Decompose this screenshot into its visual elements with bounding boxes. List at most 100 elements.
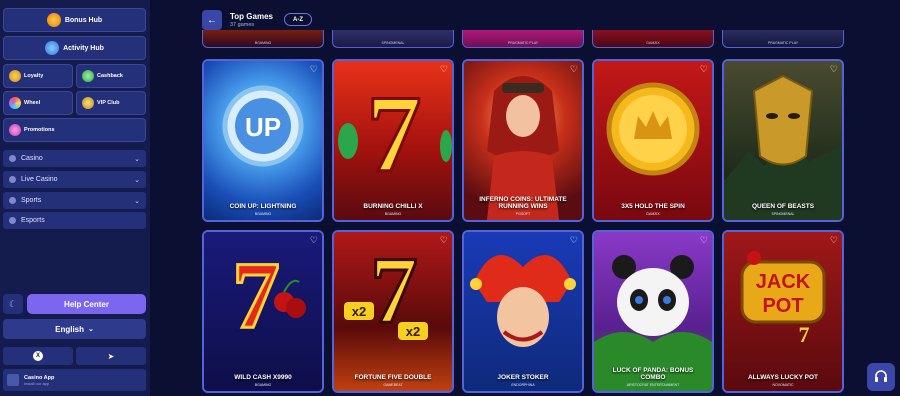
vip-club-button[interactable]: VIP Club [76,91,146,115]
casino-app-banner[interactable]: Casino App Install our app [3,369,146,391]
game-thumbnail: 7 [204,232,322,391]
game-thumbnail: 7 x2 x2 [334,232,452,391]
sidebar: Bonus Hub Activity Hub Loyalty Cashback … [0,0,150,396]
chevron-down-icon: ⌄ [134,197,140,205]
game-provider: GAMZIX [646,212,660,216]
game-card[interactable]: 7 x2 x2 ♡ FORTUNE FIVE DOUBLE GAMEBEAT [332,230,454,393]
crown-icon [82,97,94,109]
svg-text:UP: UP [245,112,281,142]
game-provider: PGSOFT [515,212,531,216]
app-subtitle: Install our app [24,380,50,386]
activity-hub-button[interactable]: Activity Hub [3,36,146,60]
vip-club-label: VIP Club [97,100,120,106]
heart-icon[interactable]: ♡ [310,235,318,246]
game-provider: BGAMING [254,212,272,216]
game-title: JOKER STOKER [497,374,549,381]
wheel-button[interactable]: Wheel [3,91,73,115]
bonus-hub-button[interactable]: Bonus Hub [3,8,146,32]
loyalty-icon [9,70,21,82]
nav-sports[interactable]: Sports ⌄ [3,192,146,209]
game-provider: ENDORPHINA [511,383,535,387]
support-chat-button[interactable] [867,363,895,391]
help-center-button[interactable]: Help Center [27,294,146,314]
game-provider: SPINOMENAL [771,212,795,216]
language-select[interactable]: English ⌄ [3,319,146,339]
wheel-icon [9,97,21,109]
x-icon: X [33,351,43,361]
promotions-button[interactable]: Promotions [3,118,146,142]
game-card[interactable]: UP ♡ COIN UP: LIGHTNING BGAMING [202,59,324,222]
game-card[interactable]: ♡ LUCK OF PANDA: BONUS COMBO ARISTOCRAT … [592,230,714,393]
moon-icon: ☾ [8,298,18,309]
svg-text:7: 7 [232,242,280,348]
loyalty-button[interactable]: Loyalty [3,64,73,88]
chevron-down-icon: ⌄ [134,155,140,163]
game-thumbnail [594,61,712,220]
nav-casino[interactable]: Casino ⌄ [3,150,146,167]
chevron-down-icon: ⌄ [88,326,94,333]
svg-text:x2: x2 [406,324,420,339]
heart-icon[interactable]: ♡ [830,235,838,246]
telegram-button[interactable]: ➤ [76,347,146,365]
game-thumbnail [464,232,582,391]
game-card[interactable]: 7 ♡ BURNING CHILLI X BGAMING [332,59,454,222]
provider-label: PRAGMATIC PLAY [767,41,799,45]
nav-live-casino[interactable]: Live Casino ⌄ [3,171,146,188]
live-casino-icon [9,176,16,183]
heart-icon[interactable]: ♡ [830,64,838,75]
provider-label: PRAGMATIC PLAY [507,41,539,45]
game-card-partial[interactable]: GAMZIX [592,30,714,48]
cashback-label: Cashback [97,73,123,79]
game-thumbnail: UP [204,61,322,220]
game-thumbnail: 7 [334,61,452,220]
game-title: 3X5 HOLD THE SPIN [621,203,685,210]
back-button[interactable]: ← [202,10,222,30]
x-social-button[interactable]: X [3,347,73,365]
casino-icon [9,155,16,162]
nav-live-casino-label: Live Casino [21,176,58,183]
nav-esports-label: Esports [21,217,45,224]
promotions-label: Promotions [24,127,55,133]
heart-icon[interactable]: ♡ [440,235,448,246]
theme-toggle-button[interactable]: ☾ [3,294,23,314]
esports-icon [9,217,16,224]
svg-text:7: 7 [799,322,810,347]
bonus-icon [46,13,61,27]
nav-esports[interactable]: Esports [3,212,146,229]
telegram-icon: ➤ [107,351,115,361]
heart-icon[interactable]: ♡ [700,64,708,75]
game-card[interactable]: ♡ 3X5 HOLD THE SPIN GAMZIX [592,59,714,222]
gift-icon [9,124,21,136]
heart-icon[interactable]: ♡ [570,235,578,246]
page-title: Top Games [230,12,273,21]
game-title: ALLWAYS LUCKY POT [747,374,819,381]
game-card[interactable]: ♡ INFERNO COINS: ULTIMATE RUNNING WINS P… [462,59,584,222]
nav-sports-label: Sports [21,197,42,204]
game-card[interactable]: JACK POT 7 ♡ ALLWAYS LUCKY POT NOVOMATIC [722,230,844,393]
game-provider: BGAMING [384,212,402,216]
svg-text:7: 7 [367,73,422,195]
game-provider: GAMEBEAT [383,383,403,387]
heart-icon[interactable]: ♡ [440,64,448,75]
game-title: WILD CASH X9990 [234,374,292,381]
game-title: BURNING CHILLI X [363,203,423,210]
game-card[interactable]: 7 ♡ WILD CASH X9990 BGAMING [202,230,324,393]
help-center-label: Help Center [64,299,109,309]
game-card-partial[interactable]: BGAMING [202,30,324,48]
nav-casino-label: Casino [21,155,43,162]
bonus-hub-label: Bonus Hub [64,16,103,24]
heart-icon[interactable]: ♡ [310,64,318,75]
sort-button[interactable]: A-Z [284,13,312,26]
game-card[interactable]: ♡ JOKER STOKER ENDORPHINA [462,230,584,393]
heart-icon[interactable]: ♡ [570,64,578,75]
game-card-partial[interactable]: SPINOMENAL [332,30,454,48]
game-card-partial[interactable]: PRAGMATIC PLAY [722,30,844,48]
provider-label: SPINOMENAL [381,41,405,45]
cashback-button[interactable]: Cashback [76,64,146,88]
heart-icon[interactable]: ♡ [700,235,708,246]
game-title: COIN UP: LIGHTNING [229,203,297,210]
game-card[interactable]: ♡ QUEEN OF BEASTS SPINOMENAL [722,59,844,222]
game-title: LUCK OF PANDA: BONUS COMBO [612,367,694,381]
svg-text:POT: POT [762,295,803,317]
game-card-partial[interactable]: PRAGMATIC PLAY [462,30,584,48]
